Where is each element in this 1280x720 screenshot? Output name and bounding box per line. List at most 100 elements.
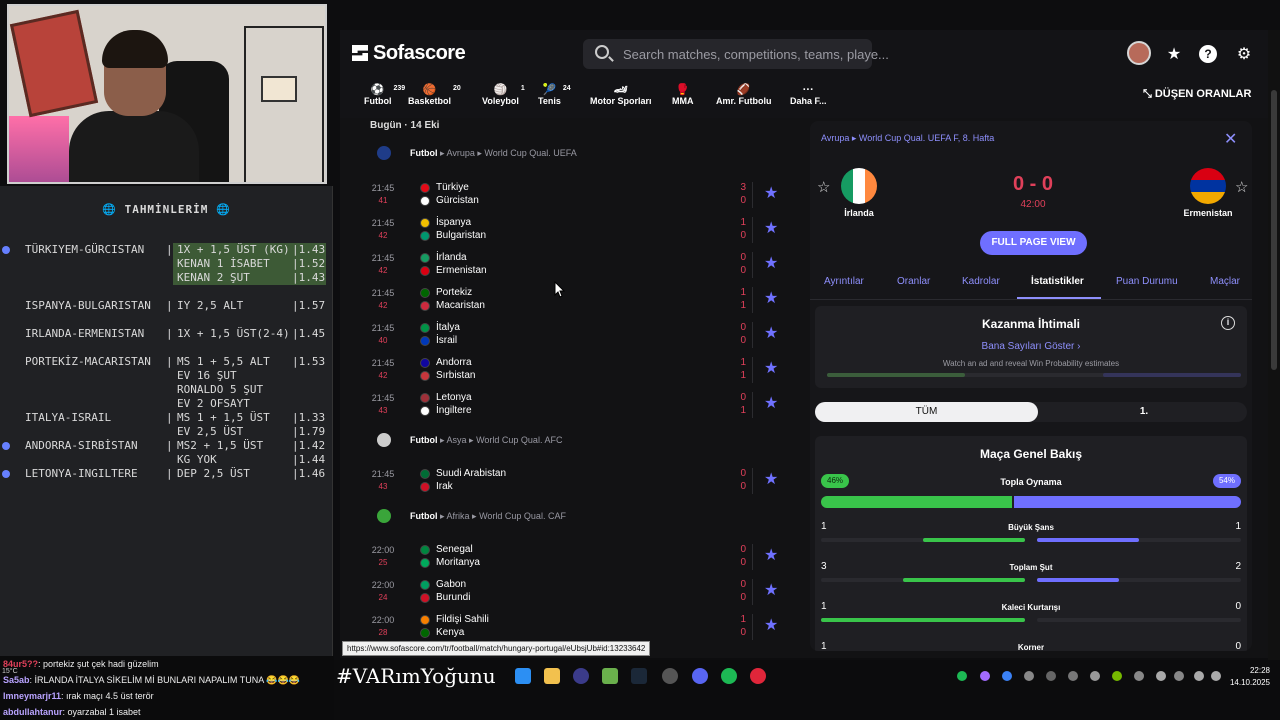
away-team-name[interactable]: Ermenistan — [1168, 208, 1248, 218]
favorite-star-icon[interactable]: ★ — [764, 469, 778, 489]
tab-1[interactable]: Ayrıntılar — [824, 276, 864, 287]
live-minute: 25 — [378, 558, 388, 567]
app-icon[interactable] — [573, 668, 589, 684]
tray-pen-icon[interactable] — [980, 671, 990, 681]
kickoff-time: 22:00 — [371, 580, 395, 590]
sport-tab-7[interactable]: 🏈 Amr. Futbolu — [716, 84, 772, 106]
brand-logo[interactable]: Sofascore — [352, 42, 466, 65]
match-row[interactable]: 22:00 24 Gabon Burundi 0 0 ★ — [360, 575, 790, 610]
star-home-icon[interactable]: ☆ — [817, 178, 830, 196]
show-numbers-link[interactable]: Bana Sayıları Göster › — [815, 341, 1247, 352]
tray-game-icon[interactable] — [1068, 671, 1078, 681]
close-icon[interactable]: ✕ — [1224, 129, 1237, 149]
breadcrumb[interactable]: Avrupa ▸ World Cup Qual. UEFA F, 8. Haft… — [821, 133, 994, 144]
period-first-button[interactable]: 1. — [1041, 402, 1247, 422]
prediction-bet: IY 2,5 ALT — [177, 299, 244, 312]
bullet-icon — [2, 442, 10, 450]
network-icon[interactable] — [1194, 671, 1204, 681]
mic-icon[interactable] — [1174, 671, 1184, 681]
opera-icon[interactable] — [750, 668, 766, 684]
home-team-name[interactable]: İrlanda — [819, 208, 899, 218]
sport-tab-3[interactable]: 🏐 1 Voleybol — [482, 84, 525, 106]
live-minute: 40 — [378, 336, 388, 345]
clock-date[interactable]: 14.10.2025 — [1222, 678, 1270, 687]
clock-time[interactable]: 22:28 — [1230, 666, 1270, 675]
sport-count: 24 — [562, 85, 571, 92]
away-score: 0 — [740, 627, 746, 638]
overview-title: Maça Genel Bakış — [979, 447, 1083, 461]
gear-icon[interactable]: ⚙ — [1234, 44, 1254, 64]
scrollbar[interactable] — [1268, 30, 1280, 660]
steam-icon[interactable] — [631, 668, 647, 684]
tab-6[interactable]: Maçlar — [1210, 276, 1240, 287]
match-row[interactable]: 22:00 28 Fildişi Sahili Kenya 1 0 ★ — [360, 610, 790, 645]
away-flag-icon — [1190, 168, 1226, 204]
match-row[interactable]: 21:45 42 Portekiz Macaristan 1 1 ★ — [360, 283, 790, 318]
favorite-star-icon[interactable]: ★ — [764, 218, 778, 238]
star-away-icon[interactable]: ☆ — [1235, 178, 1248, 196]
speaker-icon[interactable] — [1211, 671, 1221, 681]
sport-tab-6[interactable]: 🥊 MMA — [672, 84, 694, 106]
dropping-odds-link[interactable]: ⤡ DÜŞEN ORANLAR — [1143, 88, 1251, 101]
favorite-star-icon[interactable]: ★ — [764, 288, 778, 308]
match-row[interactable]: 21:45 41 Türkiye Gürcistan 3 0 ★ — [360, 178, 790, 213]
match-row[interactable]: 21:45 43 Suudi Arabistan Irak 0 0 ★ — [360, 464, 790, 499]
favorite-star-icon[interactable]: ★ — [764, 323, 778, 343]
nvidia-icon[interactable] — [1112, 671, 1122, 681]
browser-icon[interactable] — [662, 668, 678, 684]
favorite-star-icon[interactable]: ★ — [764, 253, 778, 273]
favorite-star-icon[interactable]: ★ — [764, 615, 778, 635]
prediction-odd: |1.42 — [292, 439, 326, 452]
favorite-star-icon[interactable]: ★ — [764, 358, 778, 378]
score: 0 - 0 — [1012, 173, 1054, 195]
bluetooth-icon[interactable] — [1002, 671, 1012, 681]
sport-count: 239 — [393, 85, 406, 92]
tray-sync-icon[interactable] — [1134, 671, 1144, 681]
league-header[interactable]: Futbol ▸ Asya ▸ World Cup Qual. AFC — [360, 431, 790, 451]
prediction-bet: KENAN 1 İSABET — [177, 257, 270, 270]
match-row[interactable]: 21:45 42 Andorra Sırbistan 1 1 ★ — [360, 353, 790, 388]
match-row[interactable]: 21:45 40 İtalya İsrail 0 0 ★ — [360, 318, 790, 353]
prediction-bet: 1X + 1,5 ÜST(2-4) — [177, 327, 290, 340]
sport-tab-4[interactable]: 🎾 24 Tenis — [538, 84, 571, 106]
match-row[interactable]: 21:45 42 İspanya Bulgaristan 1 0 ★ — [360, 213, 790, 248]
period-all-button[interactable]: TÜM — [815, 402, 1038, 422]
tab-4[interactable]: İstatistikler — [1031, 276, 1084, 287]
league-header[interactable]: Futbol ▸ Afrika ▸ World Cup Qual. CAF — [360, 507, 790, 527]
match-row[interactable]: 22:00 25 Senegal Moritanya 0 0 ★ — [360, 540, 790, 575]
tray-chrome-icon[interactable] — [1090, 671, 1100, 681]
help-icon[interactable]: ? — [1199, 45, 1217, 63]
prediction-row: LETONYA-INGILTERE | DEP 2,5 ÜST |1.46 — [0, 467, 333, 481]
discord-icon[interactable] — [692, 668, 708, 684]
tab-5[interactable]: Puan Durumu — [1116, 276, 1178, 287]
match-row[interactable]: 21:45 42 İrlanda Ermenistan 0 0 ★ — [360, 248, 790, 283]
sport-tab-1[interactable]: ⚽ 239 Futbol — [364, 84, 405, 106]
away-flag-icon — [420, 231, 430, 241]
favorite-star-icon[interactable]: ★ — [764, 183, 778, 203]
file-explorer-icon[interactable] — [544, 668, 560, 684]
info-icon[interactable]: i — [1221, 316, 1235, 330]
tab-3[interactable]: Kadrolar — [962, 276, 1000, 287]
sport-tab-8[interactable]: ··· Daha F... — [790, 84, 827, 106]
sport-tab-2[interactable]: 🏀 20 Basketbol — [408, 84, 461, 106]
favorites-star-icon[interactable]: ★ — [1164, 44, 1184, 64]
favorite-star-icon[interactable]: ★ — [764, 545, 778, 565]
league-header[interactable]: Futbol ▸ Avrupa ▸ World Cup Qual. UEFA — [360, 144, 790, 164]
notepad-icon[interactable] — [602, 668, 618, 684]
search-input[interactable]: Search matches, competitions, teams, pla… — [583, 39, 889, 69]
avatar[interactable] — [1127, 41, 1151, 65]
tab-2[interactable]: Oranlar — [897, 276, 930, 287]
favorite-star-icon[interactable]: ★ — [764, 393, 778, 413]
sport-tab-5[interactable]: 🏎 Motor Sporları — [590, 84, 652, 106]
prediction-match: PORTEKİZ-MACARISTAN — [25, 355, 151, 368]
start-icon[interactable] — [515, 668, 531, 684]
spotify-icon[interactable] — [721, 668, 737, 684]
tray-app-icon[interactable] — [1024, 671, 1034, 681]
tray-battery-icon[interactable] — [1046, 671, 1056, 681]
volume-icon[interactable] — [1156, 671, 1166, 681]
tray-spotify-icon[interactable] — [957, 671, 967, 681]
divider — [752, 544, 753, 570]
match-row[interactable]: 21:45 43 Letonya İngiltere 0 1 ★ — [360, 388, 790, 423]
favorite-star-icon[interactable]: ★ — [764, 580, 778, 600]
full-page-view-button[interactable]: FULL PAGE VIEW — [980, 231, 1087, 255]
